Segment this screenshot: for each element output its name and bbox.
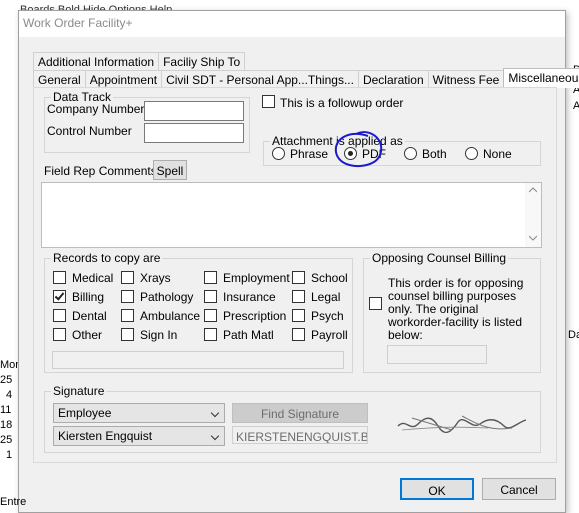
opposing-checkbox[interactable] xyxy=(369,297,382,310)
record-checkbox-school[interactable] xyxy=(292,271,305,284)
spell-button[interactable]: Spell xyxy=(153,160,187,180)
company-number-label: Company Number xyxy=(47,102,145,116)
find-signature-button[interactable]: Find Signature xyxy=(232,403,368,423)
radio-none-label: None xyxy=(483,147,512,161)
scroll-down-icon[interactable] xyxy=(529,235,537,241)
record-checkbox-ambulance[interactable] xyxy=(121,309,134,322)
bg-num-1: 25 xyxy=(0,374,13,386)
control-number-label: Control Number xyxy=(47,124,132,138)
comments-scrollbar[interactable] xyxy=(525,183,541,247)
checkmark-icon xyxy=(54,290,65,301)
dialog-title: Work Order Facility+ xyxy=(19,11,565,37)
tab-civil-sdt[interactable]: Civil SDT - Personal App...Things... xyxy=(161,70,359,88)
record-label: Prescription xyxy=(223,309,287,323)
chevron-down-icon xyxy=(210,431,220,441)
tab-miscellaneous[interactable]: Miscellaneous xyxy=(503,68,579,88)
record-checkbox-xrays[interactable] xyxy=(121,271,134,284)
record-checkbox-payroll[interactable] xyxy=(292,328,305,341)
record-label: Other xyxy=(72,328,103,342)
record-label: Sign In xyxy=(140,328,178,342)
bg-num-4: 18 xyxy=(0,419,13,431)
control-number-input[interactable] xyxy=(144,123,244,143)
signature-type-select[interactable]: Employee xyxy=(53,403,225,423)
record-label: Psych xyxy=(311,309,344,323)
record-label: Ambulance xyxy=(140,309,201,323)
record-checkbox-psych[interactable] xyxy=(292,309,305,322)
tab-facility-ship-to[interactable]: Faciliy Ship To xyxy=(158,52,246,70)
tab-additional-information[interactable]: Additional Information xyxy=(33,52,160,70)
tab-row-1: Additional Information Faciliy Ship To xyxy=(33,52,246,70)
record-checkbox-insurance[interactable] xyxy=(204,290,217,303)
record-label: Path Matl xyxy=(223,328,274,342)
bg-num-6: 1 xyxy=(6,449,13,461)
tab-declaration[interactable]: Declaration xyxy=(357,70,429,88)
record-label: Dental xyxy=(72,309,107,323)
followup-label: This is a followup order xyxy=(280,96,404,110)
record-label: Xrays xyxy=(140,271,171,285)
bg-num-3: 11 xyxy=(0,404,12,416)
radio-both-label: Both xyxy=(422,147,447,161)
record-label: School xyxy=(311,271,348,285)
bg-num-5: 25 xyxy=(0,434,13,446)
signature-title: Signature xyxy=(51,384,107,398)
records-other-input[interactable] xyxy=(52,351,344,369)
cancel-button[interactable]: Cancel xyxy=(482,478,556,500)
radio-phrase[interactable] xyxy=(272,147,285,160)
field-rep-label: Field Rep Comments xyxy=(44,164,157,178)
tab-witness-fee[interactable]: Witness Fee xyxy=(427,70,505,88)
signature-file-field[interactable]: KIERSTENENGQUIST.BMP xyxy=(232,426,368,444)
radio-phrase-label: Phrase xyxy=(290,147,329,161)
record-checkbox-path-matl[interactable] xyxy=(204,328,217,341)
record-checkbox-dental[interactable] xyxy=(53,309,66,322)
company-number-input[interactable] xyxy=(144,101,244,121)
bg-right-da: Da xyxy=(568,329,579,341)
records-title: Records to copy are xyxy=(51,251,163,265)
record-checkbox-employment[interactable] xyxy=(204,271,217,284)
field-rep-comments[interactable] xyxy=(41,182,542,248)
record-checkbox-billing[interactable] xyxy=(53,290,66,303)
ok-button[interactable]: OK xyxy=(400,478,474,500)
record-checkbox-medical[interactable] xyxy=(53,271,66,284)
record-checkbox-legal[interactable] xyxy=(292,290,305,303)
record-label: Insurance xyxy=(223,290,276,304)
tab-general[interactable]: General xyxy=(33,70,86,88)
opposing-text: This order is for opposing counsel billi… xyxy=(388,276,524,342)
opposing-facility-field[interactable] xyxy=(387,345,487,364)
record-label: Payroll xyxy=(311,328,348,342)
miscellaneous-panel: Data Track Company Number Control Number… xyxy=(33,87,557,463)
record-label: Medical xyxy=(72,271,114,285)
tab-row-2: General Appointment Civil SDT - Personal… xyxy=(33,68,579,88)
record-label: Employment xyxy=(223,271,290,285)
tab-appointment[interactable]: Appointment xyxy=(84,70,163,88)
scroll-up-icon[interactable] xyxy=(529,187,537,193)
record-label: Pathology xyxy=(140,290,194,304)
radio-both[interactable] xyxy=(404,147,417,160)
signature-type-value: Employee xyxy=(58,406,112,420)
bg-right-a2: A xyxy=(573,100,579,112)
record-checkbox-pathology[interactable] xyxy=(121,290,134,303)
work-order-dialog: Work Order Facility+ Additional Informat… xyxy=(18,10,579,513)
chevron-down-icon xyxy=(210,408,220,418)
opposing-title: Opposing Counsel Billing xyxy=(370,251,509,265)
bg-num-2: 4 xyxy=(6,389,13,401)
radio-none[interactable] xyxy=(465,147,478,160)
record-checkbox-other[interactable] xyxy=(53,328,66,341)
record-checkbox-sign-in[interactable] xyxy=(121,328,134,341)
signature-person-value: Kiersten Engquist xyxy=(58,429,153,443)
signature-image xyxy=(397,415,527,433)
signature-person-select[interactable]: Kiersten Engquist xyxy=(53,426,225,446)
followup-checkbox[interactable] xyxy=(262,95,275,108)
pdf-highlight-circle xyxy=(334,131,383,168)
record-label: Legal xyxy=(311,290,341,304)
bg-entries: Entre xyxy=(0,496,27,508)
record-checkbox-prescription[interactable] xyxy=(204,309,217,322)
record-label: Billing xyxy=(72,290,105,304)
